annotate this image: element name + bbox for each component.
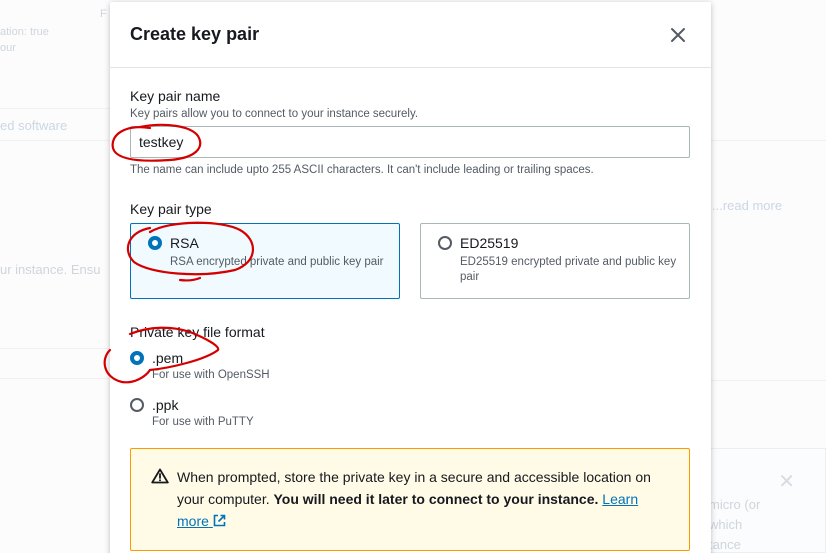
modal-header: Create key pair	[110, 2, 711, 68]
key-type-title: ED25519	[460, 235, 519, 251]
key-name-input[interactable]	[130, 126, 690, 158]
key-name-field: Key pair name Key pairs allow you to con…	[130, 88, 691, 176]
modal-body: Key pair name Key pairs allow you to con…	[110, 68, 711, 551]
file-format-title: .pem	[152, 350, 184, 366]
file-format-option-ppk[interactable]: .ppk For use with PuTTY	[130, 397, 691, 428]
key-type-description: RSA encrypted private and public key pai…	[170, 256, 384, 268]
radio-pem[interactable]	[130, 351, 144, 365]
radio-ppk[interactable]	[130, 398, 144, 412]
file-format-field: Private key file format .pem For use wit…	[130, 324, 691, 428]
key-name-description: Key pairs allow you to connect to your i…	[130, 108, 419, 120]
key-type-description: ED25519 encrypted private and public key…	[460, 256, 677, 283]
create-key-pair-modal: Create key pair Key pair name Key pairs …	[110, 2, 711, 553]
key-type-tile-rsa[interactable]: RSA RSA encrypted private and public key…	[130, 223, 400, 299]
file-format-description: For use with OpenSSH	[152, 369, 270, 381]
key-type-tiles: RSA RSA encrypted private and public key…	[130, 223, 691, 299]
radio-ed25519[interactable]	[438, 236, 452, 250]
key-type-tile-ed25519[interactable]: ED25519 ED25519 encrypted private and pu…	[420, 223, 690, 299]
key-name-label: Key pair name	[130, 88, 221, 104]
key-name-constraint: The name can include upto 255 ASCII char…	[130, 164, 594, 176]
alert-emphasis: You will need it later to connect to you…	[273, 491, 599, 507]
key-type-field: Key pair type RSA RSA encrypted private …	[130, 201, 691, 299]
file-format-description: For use with PuTTY	[152, 416, 254, 428]
key-type-label: Key pair type	[130, 201, 212, 217]
external-link-icon	[213, 514, 226, 527]
radio-rsa[interactable]	[148, 236, 162, 250]
file-format-title: .ppk	[152, 397, 179, 413]
file-format-label: Private key file format	[130, 324, 265, 340]
warning-alert: When prompted, store the private key in …	[130, 448, 690, 551]
key-type-title: RSA	[170, 235, 199, 251]
modal-title: Create key pair	[130, 24, 260, 44]
close-button[interactable]	[665, 22, 691, 48]
warning-icon	[151, 466, 169, 533]
close-icon	[671, 27, 685, 42]
file-format-option-pem[interactable]: .pem For use with OpenSSH	[130, 350, 691, 381]
alert-text: When prompted, store the private key in …	[177, 466, 669, 533]
